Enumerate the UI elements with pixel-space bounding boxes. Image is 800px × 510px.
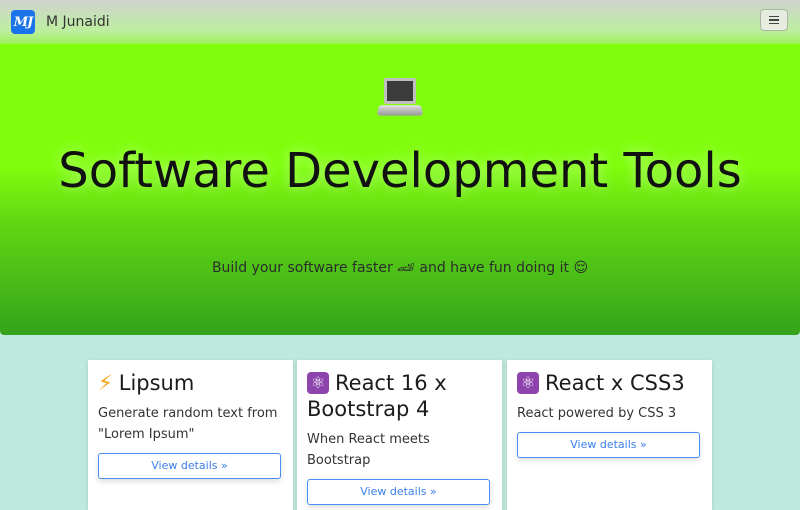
card-text: When React meets Bootstrap: [307, 432, 430, 468]
card-text: Generate random text from "Lorem Ipsum": [98, 406, 278, 442]
view-details-button[interactable]: View details »: [517, 432, 700, 458]
card-title: ⚛ React 16 x Bootstrap 4: [307, 371, 447, 421]
card-title: ⚛ React x CSS3: [517, 370, 702, 396]
brand-logo[interactable]: MJ: [11, 10, 35, 34]
hero-section: Software Development Tools Build your so…: [0, 44, 800, 335]
hero-title: Software Development Tools: [58, 143, 742, 199]
menu-toggle-button[interactable]: [760, 9, 788, 31]
view-details-button[interactable]: View details »: [98, 453, 281, 479]
hero-subtitle: Build your software faster 🏎 and have fu…: [211, 260, 589, 276]
card-react-css3: ⚛ React x CSS3 React powered by CSS 3 Vie…: [507, 360, 712, 510]
card-text: React powered by CSS 3: [517, 406, 677, 421]
hamburger-icon: [769, 15, 779, 18]
brand-name[interactable]: M Junaidi: [46, 14, 110, 30]
card-react-bootstrap: ⚛ React 16 x Bootstrap 4 When React meets…: [297, 360, 502, 510]
lightning-icon: ⚡: [98, 371, 113, 395]
atom-icon: ⚛: [307, 372, 329, 394]
atom-icon: ⚛: [517, 372, 539, 394]
view-details-button[interactable]: View details »: [307, 479, 490, 505]
laptop-icon: [376, 74, 424, 122]
card-lipsum: ⚡ Lipsum Generate random text from "Lorem…: [88, 360, 293, 510]
navbar: MJ M Junaidi: [0, 0, 800, 44]
card-title: ⚡ Lipsum: [98, 371, 195, 395]
